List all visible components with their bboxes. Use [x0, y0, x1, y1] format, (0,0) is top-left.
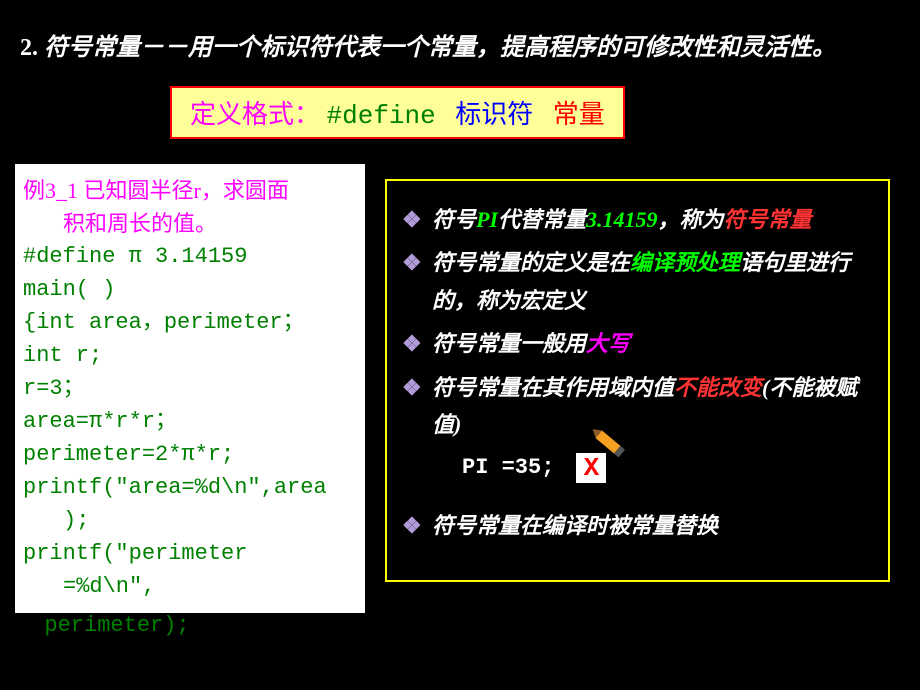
note-item-5: 符号常量在编译时被常量替换 — [402, 507, 873, 544]
note-item-4: 符号常量在其作用域内值不能改变(不能被赋值) — [402, 369, 873, 444]
n1f: 符号常量 — [724, 207, 812, 232]
note-item-2: 符号常量的定义是在编译预处理语句里进行的，称为宏定义 — [402, 244, 873, 319]
code-line-10: perimeter); — [44, 613, 189, 638]
code-line-3: {int area，perimeter； — [23, 306, 357, 339]
content-columns: 例3_1 已知圆半径r，求圆面 积和周长的值。 #define π 3.1415… — [0, 164, 920, 613]
code-line-7: perimeter=2*π*r; — [23, 438, 357, 471]
n2a: 符号常量的定义是在 — [432, 250, 630, 275]
heading-number: 2. — [20, 35, 38, 61]
code-line-5: r=3； — [23, 372, 357, 405]
pi-assignment-line: PI =35; X — [402, 449, 873, 486]
code-example-panel: 例3_1 已知圆半径r，求圆面 积和周长的值。 #define π 3.1415… — [15, 164, 365, 613]
n1c: 代替常量 — [498, 207, 586, 232]
n4a: 符号常量在其作用域内值 — [432, 375, 674, 400]
example-title-1: 例3_1 已知圆半径r，求圆面 — [23, 174, 357, 207]
n2b: 编译预处理 — [630, 250, 740, 275]
define-constant: 常量 — [553, 100, 605, 129]
code-line-1: #define π 3.14159 — [23, 240, 357, 273]
code-line-6: area=π*r*r； — [23, 405, 357, 438]
cross-icon: X — [584, 453, 600, 483]
cut-code-line: perimeter); — [0, 613, 920, 638]
define-keyword: #define — [327, 101, 436, 131]
n3b: 大写 — [586, 331, 630, 356]
define-label: 定义格式： — [190, 100, 320, 129]
define-format-box: 定义格式： #define 标识符 常量 — [170, 86, 625, 139]
n1b: PI — [476, 207, 498, 232]
n1d: 3.14159 — [586, 207, 658, 232]
code-line-9b: =%d\n", — [23, 570, 357, 603]
notes-panel: 符号PI代替常量3.14159，称为符号常量 符号常量的定义是在编译预处理语句里… — [385, 179, 890, 582]
example-title-2: 积和周长的值。 — [23, 207, 357, 240]
slide-heading: 2. 符号常量－－用一个标识符代表一个常量，提高程序的可修改性和灵活性。 — [0, 0, 920, 76]
note-item-1: 符号PI代替常量3.14159，称为符号常量 — [402, 201, 873, 238]
n1a: 符号 — [432, 207, 476, 232]
code-line-2: main( ) — [23, 273, 357, 306]
code-line-8b: ); — [23, 504, 357, 537]
n3a: 符号常量一般用 — [432, 331, 586, 356]
n4b: 不能改变 — [674, 375, 762, 400]
code-line-8: printf("area=%d\n",area — [23, 471, 357, 504]
note-item-3: 符号常量一般用大写 — [402, 325, 873, 362]
define-identifier: 标识符 — [455, 100, 533, 129]
code-line-4: int r; — [23, 339, 357, 372]
code-line-9: printf("perimeter — [23, 537, 357, 570]
wrong-mark-box: X — [574, 451, 608, 485]
n5: 符号常量在编译时被常量替换 — [432, 513, 718, 538]
n1e: ，称为 — [658, 207, 724, 232]
pi-statement: PI =35; — [462, 449, 554, 486]
heading-text: 符号常量－－用一个标识符代表一个常量，提高程序的可修改性和灵活性。 — [44, 35, 836, 61]
